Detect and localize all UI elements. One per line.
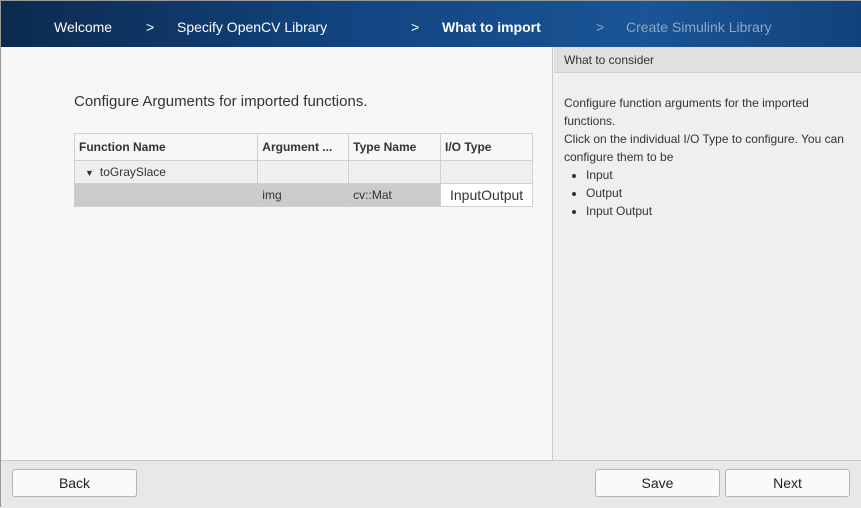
io-type-cell[interactable]: InputOutput: [440, 183, 533, 207]
column-function-name[interactable]: Function Name: [73, 133, 259, 161]
column-io-type[interactable]: I/O Type: [440, 133, 533, 161]
arguments-table: Function Name Argument ... Type Name I/O Ty…: [73, 133, 533, 207]
back-button[interactable]: Back: [12, 469, 137, 497]
wizard-steps: Welcome > Specify OpenCV Library > What …: [1, 1, 861, 47]
step-create-library: Create Simulink Library: [626, 19, 772, 35]
step-separator: >: [146, 19, 155, 35]
main-panel: Configure Arguments for imported functio…: [2, 47, 553, 460]
step-what-to-import: What to import: [442, 19, 541, 35]
option-output: Output: [586, 184, 851, 202]
option-input: Input: [586, 166, 851, 184]
column-type-name[interactable]: Type Name: [348, 133, 441, 161]
help-title: What to consider: [554, 47, 861, 73]
table-row[interactable]: img cv::Mat InputOutput: [73, 183, 533, 207]
next-button[interactable]: Next: [725, 469, 850, 497]
step-specify-library: Specify OpenCV Library: [177, 19, 328, 35]
column-argument[interactable]: Argument ...: [257, 133, 350, 161]
argument-name: img: [257, 183, 350, 207]
function-name: toGraySlace: [99, 165, 166, 179]
collapse-triangle-icon[interactable]: ▼: [85, 168, 94, 178]
step-separator: >: [596, 19, 605, 35]
argument-type: cv::Mat: [348, 183, 441, 207]
help-text: Configure function arguments for the imp…: [564, 96, 809, 128]
footer: Back Save Next: [1, 460, 861, 508]
step-welcome: Welcome: [54, 19, 113, 35]
save-button[interactable]: Save: [595, 469, 720, 497]
help-panel: What to consider Configure function argu…: [554, 47, 861, 460]
table-row[interactable]: ▼ toGraySlace: [73, 160, 533, 184]
page-title: Configure Arguments for imported functio…: [74, 93, 368, 110]
option-input-output: Input Output: [586, 202, 851, 220]
help-text: Click on the individual I/O Type to conf…: [564, 132, 844, 164]
step-separator: >: [411, 19, 420, 35]
